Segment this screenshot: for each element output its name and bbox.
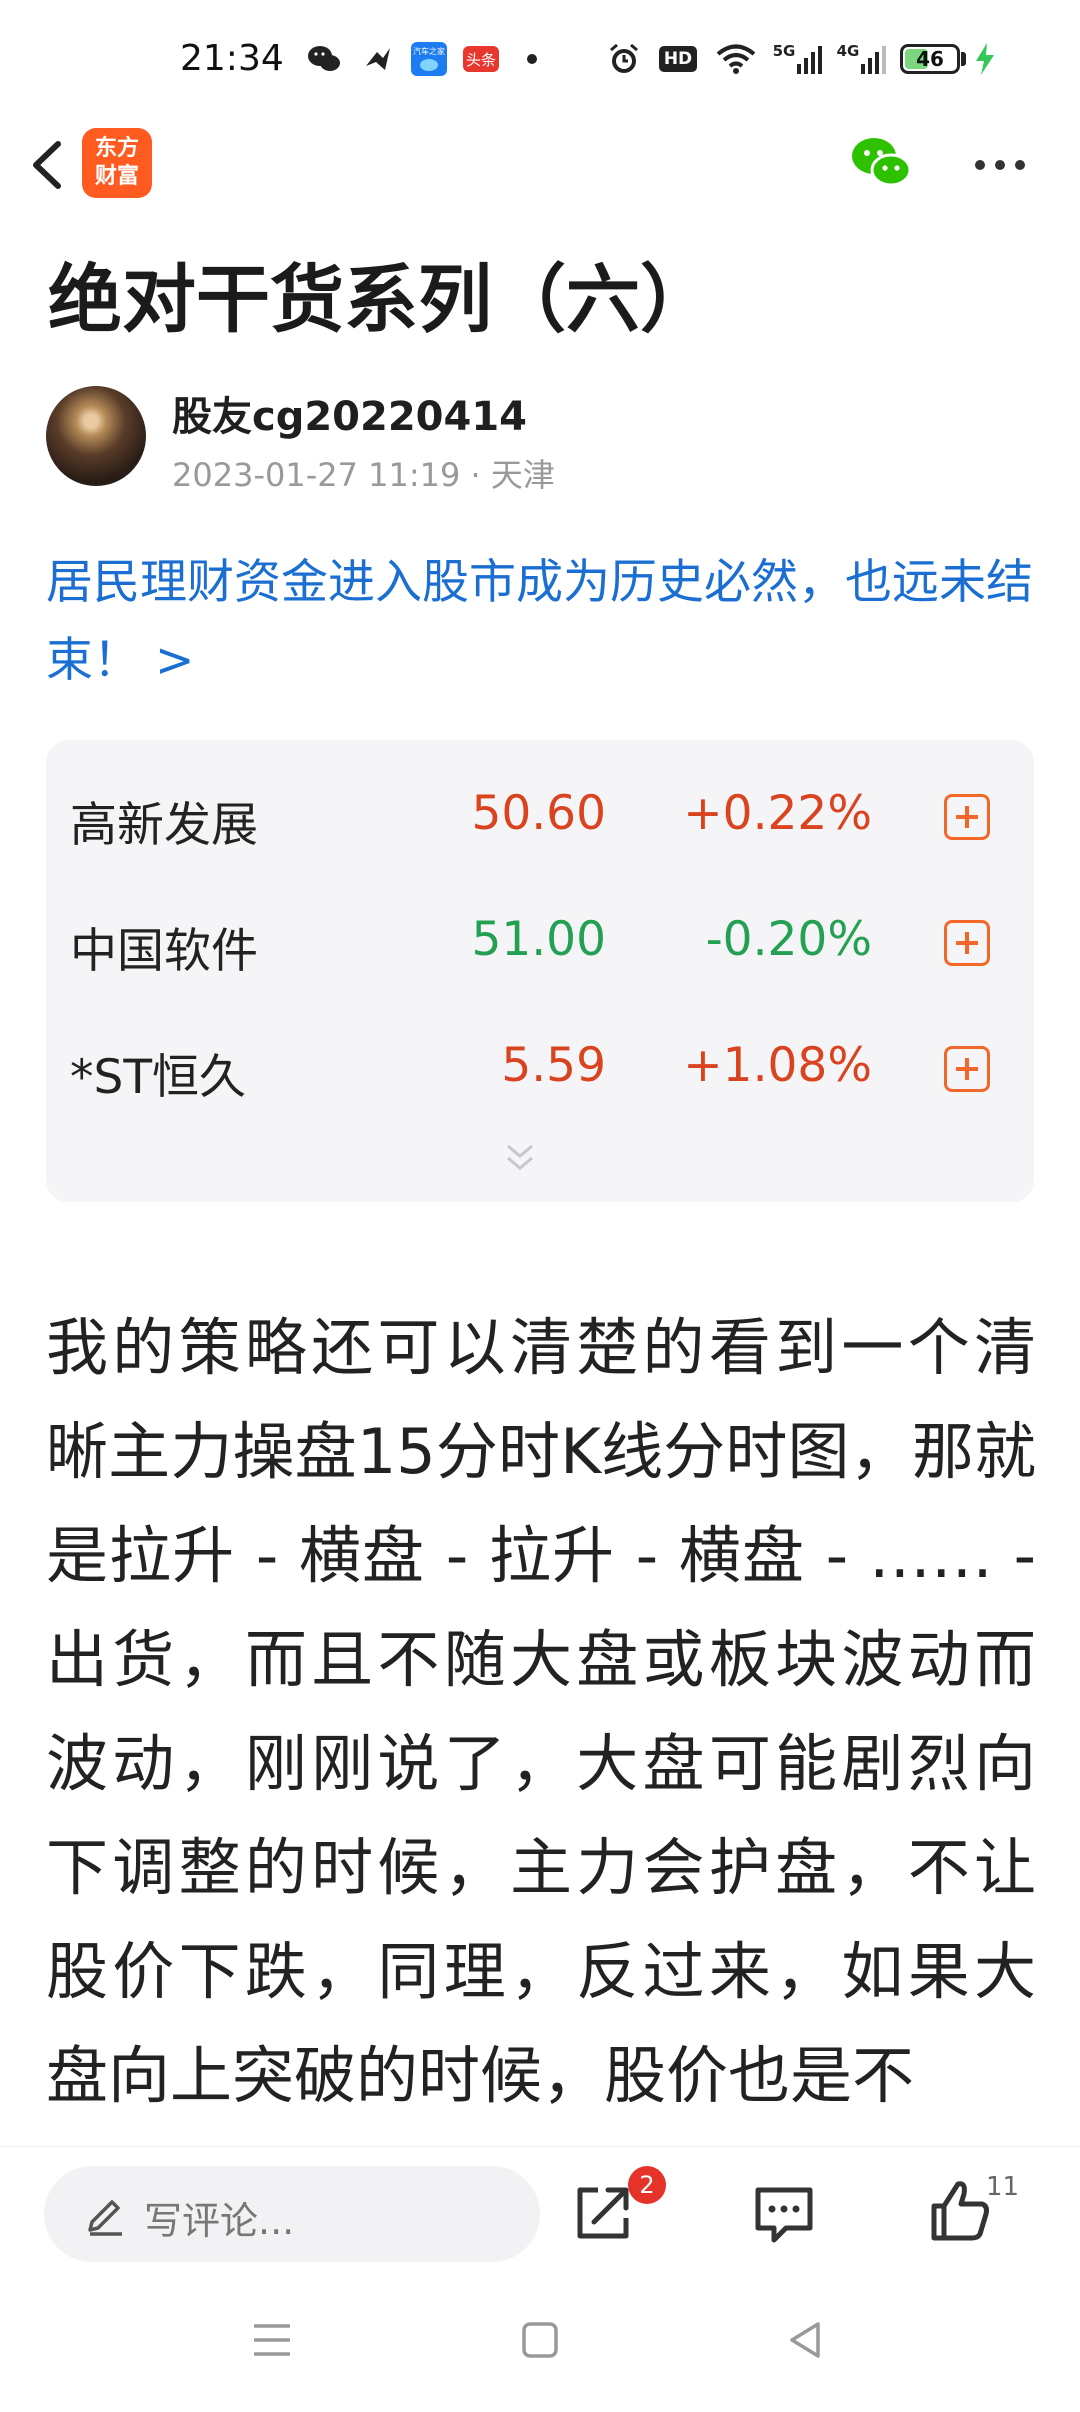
share-icon bbox=[577, 2187, 629, 2239]
battery-cap bbox=[961, 52, 966, 66]
stock-price: 5.59 bbox=[501, 1038, 606, 1093]
expand-chevron-icon[interactable] bbox=[500, 1142, 540, 1176]
stock-price: 50.60 bbox=[471, 786, 606, 841]
hd-label: HD bbox=[658, 46, 698, 72]
5g-signal-icon: 5G bbox=[772, 42, 824, 76]
article-title: 绝对干货系列（六） bbox=[48, 257, 714, 343]
wechat-share-button[interactable] bbox=[848, 130, 914, 196]
share-count-badge: 2 bbox=[628, 2166, 666, 2204]
signal2-label: 4G bbox=[836, 42, 860, 60]
charging-icon bbox=[972, 42, 998, 76]
add-watchlist-icon[interactable] bbox=[944, 1046, 990, 1092]
logo-line1: 东方 bbox=[94, 136, 139, 161]
home-square-icon[interactable] bbox=[518, 2318, 562, 2362]
post-meta: 2023-01-27 11:19 · 天津 bbox=[172, 456, 555, 494]
dot-icon bbox=[522, 42, 542, 76]
stock-change: +0.22% bbox=[683, 786, 872, 841]
comments-button[interactable] bbox=[752, 2182, 816, 2246]
comment-bubble-icon bbox=[755, 2187, 813, 2243]
back-button[interactable] bbox=[20, 130, 80, 200]
wechat-icon bbox=[306, 42, 342, 76]
pencil-icon bbox=[86, 2190, 126, 2238]
stock-row[interactable]: 中国软件 51.00 -0.20% bbox=[46, 890, 1034, 990]
status-time: 21:34 bbox=[180, 38, 284, 79]
stock-row[interactable]: 高新发展 50.60 +0.22% bbox=[46, 764, 1034, 864]
stock-row[interactable]: *ST恒久 5.59 +1.08% bbox=[46, 1016, 1034, 1116]
like-count: 11 bbox=[986, 2172, 1020, 2202]
battery-icon: 46 bbox=[900, 44, 960, 74]
autohome-label: 汽车之家 bbox=[413, 47, 445, 56]
more-dots-icon bbox=[975, 160, 1025, 170]
back-triangle-icon[interactable] bbox=[784, 2318, 828, 2362]
toutiao-app-icon: 头条 bbox=[462, 42, 500, 76]
battery-level: 46 bbox=[916, 47, 944, 71]
status-bar: 21:34 汽车之家 头条 HD 5G 4G 46 bbox=[0, 0, 1080, 120]
add-watchlist-icon[interactable] bbox=[944, 920, 990, 966]
stock-name: 中国软件 bbox=[70, 924, 258, 979]
stock-change: -0.20% bbox=[705, 912, 872, 967]
logo-line2: 财富 bbox=[94, 164, 139, 189]
comment-placeholder: 写评论... bbox=[144, 2199, 295, 2243]
headline-link[interactable]: 居民理财资金进入股市成为历史必然，也远未结束！ > bbox=[46, 544, 1036, 700]
signal1-label: 5G bbox=[772, 42, 796, 60]
author-name[interactable]: 股友cg20220414 bbox=[172, 384, 527, 442]
feishu-icon bbox=[360, 42, 396, 76]
article-body: 我的策略还可以清楚的看到一个清晰主力操盘15分时K线分时图，那就是拉升 - 横盘… bbox=[46, 1311, 1036, 2112]
stock-name: *ST恒久 bbox=[70, 1050, 247, 1105]
4g-signal-icon: 4G bbox=[836, 42, 888, 76]
stock-card: 高新发展 50.60 +0.22% 中国软件 51.00 -0.20% *ST恒… bbox=[46, 740, 1034, 1202]
author-avatar[interactable] bbox=[46, 386, 146, 486]
stock-change: +1.08% bbox=[683, 1038, 872, 1093]
app-logo: 东方 财富 bbox=[82, 128, 152, 198]
autohome-app-icon: 汽车之家 bbox=[410, 42, 448, 76]
share-button[interactable] bbox=[570, 2180, 636, 2246]
like-button[interactable] bbox=[928, 2176, 994, 2246]
stock-name: 高新发展 bbox=[70, 798, 258, 853]
wechat-share-icon bbox=[852, 138, 912, 187]
more-button[interactable] bbox=[970, 140, 1030, 190]
add-watchlist-icon[interactable] bbox=[944, 794, 990, 840]
thumbs-up-icon bbox=[931, 2181, 989, 2241]
back-arrow-icon bbox=[33, 141, 61, 189]
wifi-icon bbox=[714, 42, 758, 76]
menu-lines-icon[interactable] bbox=[250, 2318, 294, 2362]
hd-icon: HD bbox=[656, 42, 700, 76]
toutiao-label: 头条 bbox=[463, 46, 499, 72]
stock-price: 51.00 bbox=[471, 912, 606, 967]
alarm-icon bbox=[606, 42, 642, 76]
system-nav-bar bbox=[0, 2276, 1080, 2412]
